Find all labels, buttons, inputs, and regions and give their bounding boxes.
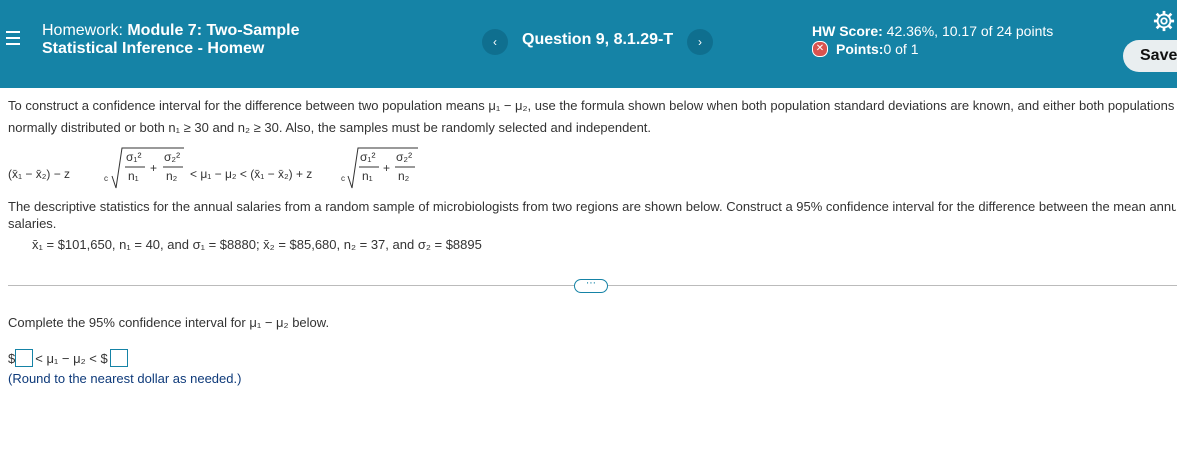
svg-text:n₂: n₂ xyxy=(398,169,410,183)
svg-text:n₁: n₁ xyxy=(362,169,373,183)
top-bar: Homework: Module 7: Two-Sample Statistic… xyxy=(0,0,1177,88)
svg-text:σ₂²: σ₂² xyxy=(164,150,180,164)
gear-icon[interactable] xyxy=(1153,10,1175,32)
intro-text-line2: normally distributed or both n₁ ≥ 30 and… xyxy=(8,120,652,135)
score-value: 42.36%, 10.17 of 24 points xyxy=(882,23,1054,39)
lower-bound-input[interactable] xyxy=(15,349,34,367)
answer-prefix: $ xyxy=(8,350,16,366)
title-line2: Statistical Inference - Homew xyxy=(42,40,265,57)
rounding-note: (Round to the nearest dollar as needed.) xyxy=(8,371,242,386)
svg-text:n₁: n₁ xyxy=(128,169,139,183)
svg-text:σ₂²: σ₂² xyxy=(396,150,412,164)
svg-text:c: c xyxy=(104,174,108,183)
points-label: Points: xyxy=(836,41,884,57)
answer-row: $ < μ₁ − μ₂ < $ xyxy=(8,348,130,368)
question-label: Question 9, 8.1.29-T xyxy=(522,31,674,48)
points-value: 0 of 1 xyxy=(883,41,919,57)
error-x-icon: ✕ xyxy=(812,41,828,57)
title-prefix: Homework: xyxy=(42,22,123,39)
upper-bound-input[interactable] xyxy=(109,349,128,367)
svg-text:+: + xyxy=(383,161,390,175)
sample-statistics: x̄₁ = $101,650, n₁ = 40, and σ₁ = $8880;… xyxy=(32,237,482,252)
next-question-button[interactable]: › xyxy=(687,29,713,55)
previous-question-button[interactable]: ‹ xyxy=(482,29,508,55)
intro-text-line1: To construct a confidence interval for t… xyxy=(8,98,1175,113)
chevron-left-icon: ‹ xyxy=(493,35,497,49)
score-label: HW Score: xyxy=(812,23,883,39)
points: ✕ Points: 0 of 1 xyxy=(812,41,918,57)
question-prompt: Complete the 95% confidence interval for… xyxy=(8,315,330,330)
answer-middle: < μ₁ − μ₂ < $ xyxy=(35,350,108,366)
svg-text:< μ₁ − μ₂ < (x̄₁ − x̄₂) + z: < μ₁ − μ₂ < (x̄₁ − x̄₂) + z xyxy=(190,167,312,181)
hw-score: HW Score: 42.36%, 10.17 of 24 points xyxy=(812,23,1053,39)
expand-button[interactable]: ⋯ xyxy=(574,279,608,293)
svg-text:c: c xyxy=(341,174,345,183)
chevron-right-icon: › xyxy=(698,35,702,49)
title-main: Module 7: Two-Sample xyxy=(122,22,300,39)
save-button[interactable]: Save xyxy=(1123,40,1177,72)
description-text-line1: The descriptive statistics for the annua… xyxy=(8,199,1176,214)
svg-text:n₂: n₂ xyxy=(166,169,178,183)
svg-text:σ₁²: σ₁² xyxy=(360,150,375,164)
svg-text:+: + xyxy=(150,161,157,175)
svg-text:σ₁²: σ₁² xyxy=(126,150,141,164)
svg-text:(x̄₁ − x̄₂) − z: (x̄₁ − x̄₂) − z xyxy=(8,167,70,181)
homework-title: Homework: Module 7: Two-Sample Statistic… xyxy=(42,22,300,58)
hamburger-menu-icon[interactable] xyxy=(6,31,20,45)
confidence-interval-formula: (x̄₁ − x̄₂) − z c σ₁² n₁ + σ₂² n₂ < μ₁ − μ₂… xyxy=(8,147,418,189)
description-text-line2: salaries. xyxy=(8,216,57,231)
